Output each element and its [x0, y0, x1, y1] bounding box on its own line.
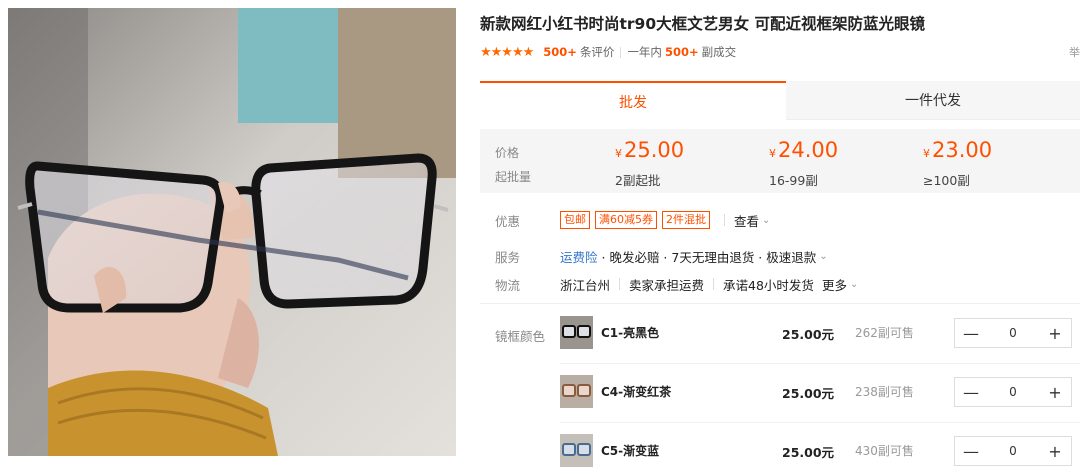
quantity-stepper: — 0 + [954, 318, 1072, 348]
decrease-button[interactable]: — [955, 383, 987, 402]
sku-label: 镜框颜色 [495, 329, 546, 344]
sku-price: 25.00元 [782, 445, 835, 460]
logistics-origin: 浙江台州 [560, 277, 611, 293]
logistics-divider [713, 278, 715, 290]
tier-price: 23.00 [932, 138, 993, 162]
currency-symbol: ¥ [615, 147, 622, 160]
quantity-input[interactable]: 0 [987, 444, 1039, 458]
logistics-divider [619, 278, 621, 290]
purchase-mode-tabs: 批发 一件代发 [480, 81, 1080, 120]
price-label: 价格 [495, 146, 520, 160]
tab-wholesale[interactable]: 批发 [480, 81, 786, 120]
sku-price: 25.00元 [782, 327, 835, 342]
increase-button[interactable]: + [1039, 383, 1071, 402]
section-divider [480, 303, 1080, 304]
min-qty-label: 起批量 [495, 170, 532, 184]
sku-stock: 262副可售 [855, 326, 914, 340]
sku-divider [560, 422, 1080, 423]
price-box: 价格 起批量 ¥25.00 2副起批 ¥24.00 16-99副 ¥23.00 … [480, 129, 1080, 193]
logistics-more-link[interactable]: 更多 [822, 275, 847, 294]
currency-symbol: ¥ [923, 147, 930, 160]
sku-row: C4-渐变红茶 25.00元 238副可售 — 0 + [560, 373, 1080, 413]
tab-dropship[interactable]: 一件代发 [786, 81, 1080, 120]
year-sales-prefix: 一年内 [627, 45, 662, 59]
tier-price: 25.00 [624, 138, 685, 162]
promo-tag: 2件混批 [662, 211, 710, 229]
promo-label: 优惠 [495, 213, 521, 229]
decrease-button[interactable]: — [955, 324, 987, 343]
sku-stock: 430副可售 [855, 444, 914, 458]
tier-qty: 16-99副 [769, 173, 818, 188]
chevron-down-icon[interactable]: ⌄ [850, 279, 858, 290]
rating-row: ★★★★★ 500+ 条评价 一年内 500+ 副成交 [480, 43, 736, 61]
promo-row: 优惠 包邮 满60减5券 2件混批 查看 ⌄ [480, 209, 770, 231]
product-title: 新款网红小红书时尚tr90大框文艺男女 可配近视框架防蓝光眼镜 [480, 15, 926, 33]
sku-thumbnail[interactable] [560, 375, 593, 408]
sku-price: 25.00元 [782, 386, 835, 401]
review-suffix[interactable]: 条评价 [580, 44, 615, 60]
sku-name: C4-渐变红茶 [601, 385, 672, 399]
promo-tag[interactable]: 满60减5券 [595, 211, 657, 229]
shipping-insurance-link[interactable]: 运费险 [560, 247, 598, 266]
tier-qty: ≥100副 [923, 173, 970, 188]
price-tier: ¥23.00 ≥100副 [923, 137, 992, 189]
glasses-image [8, 8, 456, 456]
service-row: 服务 运费险 · 晚发必赔 · 7天无理由退货 · 极速退款 ⌄ [480, 245, 828, 267]
year-sales-suffix: 副成交 [701, 45, 737, 59]
service-label: 服务 [495, 249, 521, 265]
rating-divider [620, 46, 622, 58]
quantity-stepper: — 0 + [954, 436, 1072, 466]
promo-view-link[interactable]: 查看 [734, 211, 759, 230]
tier-price: 24.00 [778, 138, 839, 162]
product-info-panel: 新款网红小红书时尚tr90大框文艺男女 可配近视框架防蓝光眼镜 ★★★★★ 50… [480, 0, 1080, 470]
logistics-row: 物流 浙江台州 卖家承担运费 承诺48小时发货 更多 ⌄ [480, 273, 858, 295]
decrease-button[interactable]: — [955, 442, 987, 461]
star-rating-icon: ★★★★★ [480, 44, 534, 60]
sku-divider [560, 363, 1080, 364]
price-tier: ¥25.00 2副起批 [615, 137, 684, 189]
price-tier: ¥24.00 16-99副 [769, 137, 838, 189]
sku-stock: 238副可售 [855, 385, 914, 399]
chevron-down-icon[interactable]: ⌄ [819, 251, 827, 262]
currency-symbol: ¥ [769, 147, 776, 160]
logistics-promise: 承诺48小时发货 [723, 277, 814, 293]
review-count[interactable]: 500+ [543, 45, 577, 59]
sku-row: C5-渐变蓝 25.00元 430副可售 — 0 + [560, 432, 1080, 470]
sku-row: C1-亮黑色 25.00元 262副可售 — 0 + [560, 314, 1080, 354]
product-photo[interactable] [8, 8, 456, 456]
promo-tag: 包邮 [560, 211, 590, 229]
report-link[interactable]: 举 [1069, 44, 1080, 60]
tier-qty: 2副起批 [615, 173, 661, 188]
logistics-shipping: 卖家承担运费 [629, 277, 705, 293]
sku-thumbnail[interactable] [560, 316, 593, 349]
sku-name: C1-亮黑色 [601, 326, 660, 340]
quantity-stepper: — 0 + [954, 377, 1072, 407]
year-sales-count: 500+ [664, 45, 699, 59]
chevron-down-icon[interactable]: ⌄ [762, 215, 770, 226]
service-items: · 晚发必赔 · 7天无理由退货 · 极速退款 [601, 249, 817, 265]
promo-divider [724, 214, 725, 226]
quantity-input[interactable]: 0 [987, 326, 1039, 340]
increase-button[interactable]: + [1039, 324, 1071, 343]
sku-thumbnail[interactable] [560, 434, 593, 467]
sku-name: C5-渐变蓝 [601, 444, 660, 458]
quantity-input[interactable]: 0 [987, 385, 1039, 399]
logistics-label: 物流 [495, 277, 521, 293]
increase-button[interactable]: + [1039, 442, 1071, 461]
